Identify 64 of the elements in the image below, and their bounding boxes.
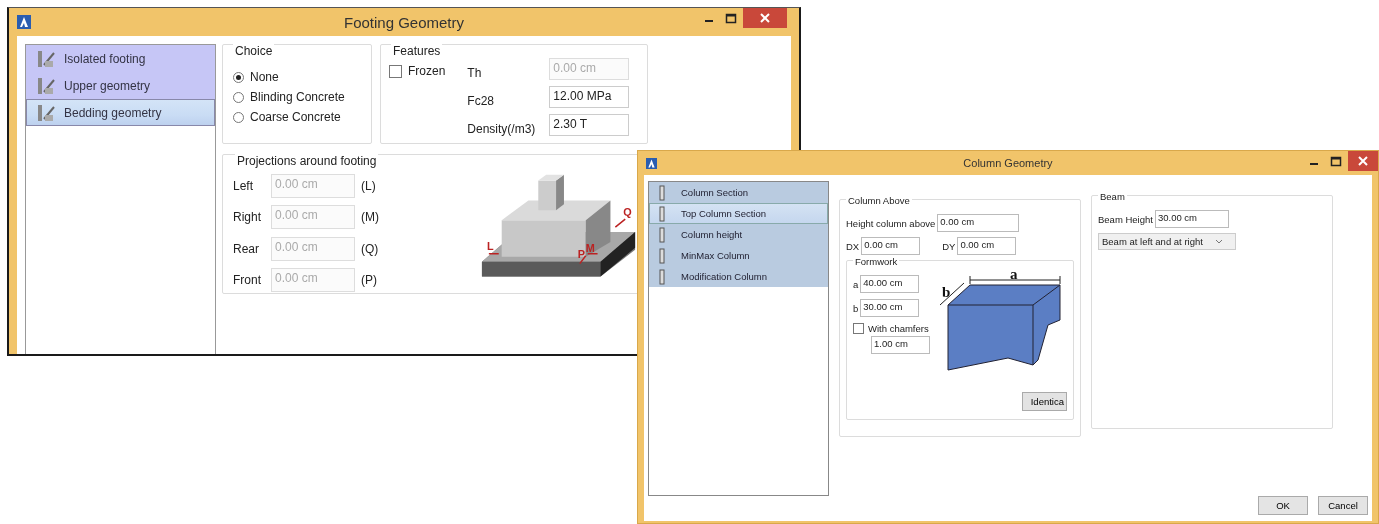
field-label: Fc28 bbox=[467, 93, 496, 108]
app-icon bbox=[17, 15, 31, 29]
field-code: (P) bbox=[360, 272, 378, 287]
frozen-checkbox[interactable]: Frozen bbox=[389, 64, 446, 78]
group-title: Column Above bbox=[846, 195, 912, 206]
group-title: Formwork bbox=[853, 256, 900, 267]
field-code: (M) bbox=[360, 210, 380, 225]
input-field[interactable]: 30.00 cm bbox=[1154, 210, 1229, 228]
radio-option[interactable]: Blinding Concrete bbox=[227, 90, 367, 104]
column-icon bbox=[659, 226, 665, 243]
identical-button[interactable]: Identica bbox=[1021, 392, 1067, 411]
footing-icon bbox=[36, 48, 56, 69]
input-field[interactable]: 12.00 MPa bbox=[549, 86, 630, 108]
input-field[interactable]: 30.00 cm bbox=[860, 299, 920, 317]
group-title: Features bbox=[391, 44, 443, 58]
group-title: Beam bbox=[1098, 191, 1127, 202]
group-title: Projections around footing bbox=[235, 154, 379, 168]
input-field[interactable]: 40.00 cm bbox=[860, 275, 920, 293]
footing-icon bbox=[36, 102, 56, 123]
navigation-item[interactable]: Modification Column bbox=[649, 266, 828, 287]
footing-icon bbox=[36, 75, 56, 96]
column-icon bbox=[659, 268, 665, 285]
column-icon bbox=[659, 205, 665, 222]
field-label: Density(/m3) bbox=[467, 121, 537, 136]
field-code: (Q) bbox=[360, 241, 380, 256]
close-button[interactable] bbox=[743, 8, 787, 28]
radio-option[interactable]: None bbox=[227, 70, 367, 84]
group-title: Choice bbox=[233, 44, 275, 58]
column-icon bbox=[659, 184, 665, 201]
chamfers-checkbox[interactable]: With chamfers bbox=[853, 323, 929, 334]
field-label: Left bbox=[233, 179, 254, 194]
navigation-item[interactable]: Top Column Section bbox=[649, 203, 828, 224]
field-label: Th bbox=[467, 65, 483, 80]
dropdown[interactable]: Beam at left and at right bbox=[1098, 233, 1236, 250]
field-label: Right bbox=[233, 210, 262, 225]
column-icon bbox=[659, 247, 665, 264]
input-field[interactable]: 0.00 cm bbox=[937, 214, 1020, 232]
field-label: DX bbox=[846, 240, 860, 252]
navigation-item[interactable]: Column height bbox=[649, 224, 828, 245]
app-icon bbox=[646, 157, 657, 169]
window-title: Footing Geometry bbox=[343, 13, 465, 31]
ok-button[interactable]: OK bbox=[1258, 496, 1308, 515]
input-field[interactable]: 0.00 cm bbox=[957, 237, 1017, 255]
field-label: Beam Height bbox=[1098, 213, 1153, 225]
field-label: Rear bbox=[233, 241, 260, 256]
caret-icon bbox=[1214, 239, 1223, 244]
input-field[interactable]: 2.30 T bbox=[549, 114, 630, 136]
input-field[interactable]: 0.00 cm bbox=[861, 237, 921, 255]
input-field[interactable]: 1.00 cm bbox=[871, 336, 930, 354]
navigation-item[interactable]: Column Section bbox=[649, 182, 828, 203]
navigation-item[interactable]: Isolated footing bbox=[26, 45, 215, 72]
field-label: Front bbox=[233, 272, 262, 287]
close-button[interactable] bbox=[1348, 151, 1378, 171]
field-label: a bbox=[853, 278, 859, 290]
navigation-item[interactable]: Upper geometry bbox=[26, 72, 215, 99]
field-code: (L) bbox=[360, 179, 377, 194]
field-label: Height column above bbox=[846, 217, 936, 229]
navigation-item[interactable]: MinMax Column bbox=[649, 245, 828, 266]
navigation-item[interactable]: Bedding geometry bbox=[26, 99, 215, 126]
radio-option[interactable]: Coarse Concrete bbox=[227, 110, 367, 124]
field-label: b bbox=[853, 302, 859, 314]
cancel-button[interactable]: Cancel bbox=[1318, 496, 1368, 515]
field-label: DY bbox=[942, 240, 956, 252]
window-title: Column Geometry bbox=[963, 157, 1053, 169]
